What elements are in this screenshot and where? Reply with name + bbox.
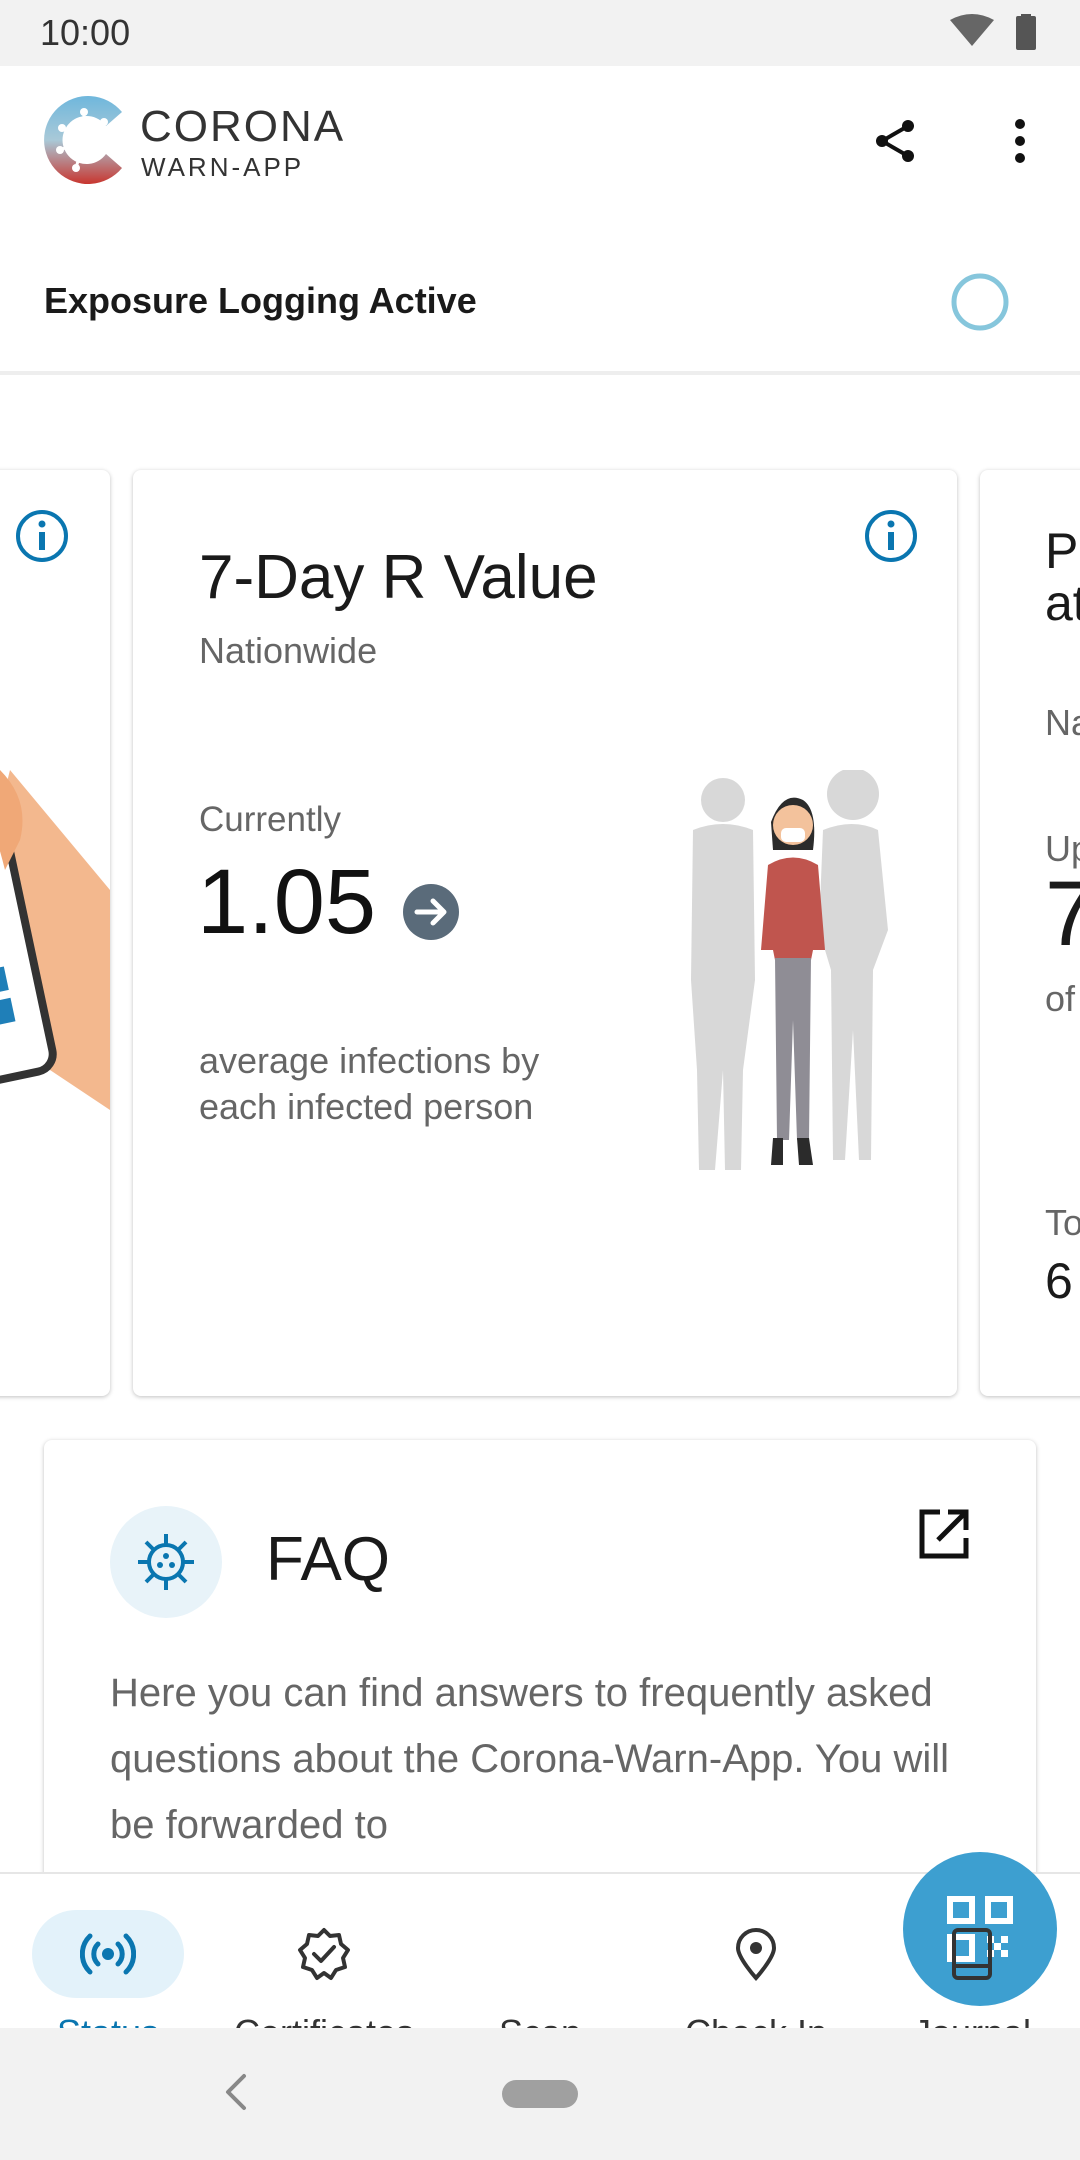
statistics-carousel[interactable]: 7-Day R Value Nationwide Currently 1.05 …	[0, 386, 1080, 1406]
nav-item-journal[interactable]: Journal	[872, 1874, 1072, 2028]
nav-item-check-in[interactable]: Check In	[656, 1874, 856, 2028]
exposure-status-ring-icon	[951, 273, 1009, 331]
status-bar: 10:00	[0, 0, 1080, 66]
statistics-card-previous[interactable]	[0, 470, 110, 1396]
nav-label-status: Status	[8, 2012, 208, 2028]
back-icon[interactable]	[218, 2068, 254, 2116]
r-value-card[interactable]: 7-Day R Value Nationwide Currently 1.05 …	[133, 470, 957, 1396]
info-icon[interactable]	[14, 508, 70, 564]
r-value-subtitle: Nationwide	[199, 630, 378, 671]
home-pill[interactable]	[502, 2080, 578, 2108]
people-illustration	[691, 770, 888, 1170]
nav-label-journal: Journal	[872, 2012, 1072, 2028]
nav-item-scan[interactable]: Scan	[440, 1852, 1057, 2028]
next-card-subtitle: Na	[1045, 702, 1080, 743]
wifi-icon	[950, 14, 994, 46]
nav-label-check-in: Check In	[656, 2012, 856, 2028]
r-value-description: average infections by each infected pers…	[199, 1040, 540, 1127]
next-card-title-line1: P	[1045, 523, 1079, 579]
faq-title: FAQ	[266, 1525, 391, 1594]
r-value-number: 1.05	[197, 851, 377, 953]
r-value-title: 7-Day R Value	[199, 543, 598, 612]
bottom-navigation: Status Certificates S	[0, 1852, 1080, 2028]
exposure-logging-label: Exposure Logging Active	[44, 280, 477, 321]
app-header: CORONA WARN-APP	[0, 66, 1080, 226]
more-options-icon[interactable]	[1000, 116, 1040, 166]
nav-item-status[interactable]: Status	[8, 1874, 208, 2028]
statistics-card-next[interactable]: P at Na Up 7 of To 6	[980, 470, 1080, 1396]
app-screen: CORONA WARN-APP Exposure Logging Active	[0, 66, 1080, 2028]
status-time: 10:00	[40, 12, 131, 53]
next-card-of-label: of	[1045, 978, 1076, 1019]
corona-warn-app-logo	[44, 96, 122, 184]
faq-icon-badge	[110, 1506, 222, 1618]
next-card-value: 7	[1045, 863, 1080, 965]
brand-subtitle: WARN-APP	[141, 152, 305, 182]
nav-item-certificates[interactable]: Certificates	[224, 1874, 424, 2028]
next-card-total-value: 6	[1045, 1253, 1073, 1309]
r-value-currently-label: Currently	[199, 800, 341, 839]
nav-label-certificates: Certificates	[224, 2012, 424, 2028]
divider	[0, 371, 1080, 375]
trend-arrow-right-icon	[403, 884, 459, 940]
brand-name: CORONA	[140, 102, 346, 151]
system-navigation-bar	[0, 2028, 1080, 2160]
journal-book-icon	[952, 1928, 992, 1980]
virus-icon	[138, 1534, 194, 1590]
certificate-badge-icon	[298, 1928, 350, 1980]
nav-label-scan: Scan	[440, 2012, 640, 2028]
status-icons	[950, 14, 1036, 50]
location-pin-icon	[735, 1928, 777, 1981]
info-icon[interactable]	[863, 508, 919, 564]
share-icon[interactable]	[870, 116, 920, 166]
external-link-icon[interactable]	[914, 1504, 974, 1564]
faq-description: Here you can find answers to frequently …	[110, 1671, 950, 1847]
broadcast-status-icon	[80, 1933, 136, 1975]
next-card-total-label: To	[1045, 1202, 1080, 1243]
exposure-logging-row[interactable]: Exposure Logging Active	[0, 256, 1080, 366]
next-card-title-line2: at	[1045, 575, 1080, 631]
battery-icon	[1016, 16, 1036, 50]
hand-with-phone-illustration	[0, 770, 110, 1110]
